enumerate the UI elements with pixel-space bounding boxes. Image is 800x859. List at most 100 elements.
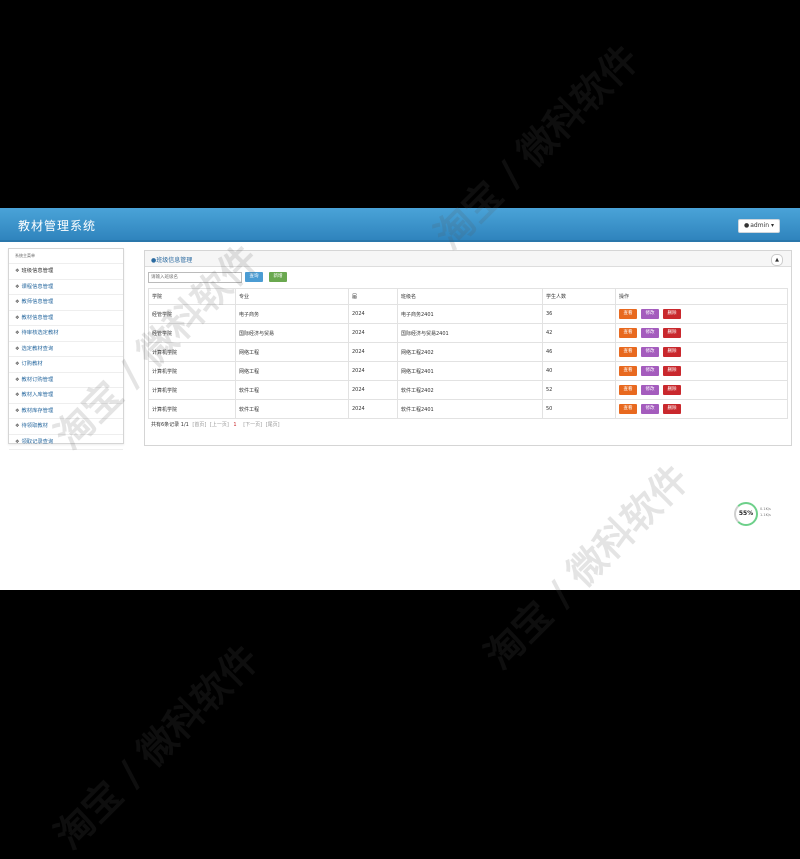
edit-button[interactable]: 修改 (641, 385, 659, 395)
table-row: 经管学院 电子商务 2024 电子商务2401 36 查看 修改 删除 (148, 304, 788, 324)
leaf-icon: ❖ (15, 376, 20, 383)
table-row: 计算机学院 软件工程 2024 软件工程2401 50 查看 修改 删除 (148, 399, 788, 419)
column-header: 学院 (148, 288, 236, 305)
column-header: 操作 (615, 288, 788, 305)
panel-header: ●班级信息管理 ▲ (145, 251, 791, 267)
sidebar-item-label: 教师信息管理 (21, 299, 54, 305)
top-header: 教材管理系统 ●admin ▾ (0, 208, 800, 242)
leaf-icon: ❖ (15, 407, 20, 414)
sidebar-item[interactable]: ❖ 订购教材 (9, 357, 123, 373)
current-page[interactable]: 1 (233, 422, 236, 428)
leaf-icon: ❖ (15, 438, 20, 445)
table-row: 经管学院 国际经济与贸易 2024 国际经济与贸易2401 42 查看 修改 删除 (148, 323, 788, 343)
action-cell: 查看 修改 删除 (615, 399, 788, 419)
leaf-icon: ❖ (15, 283, 20, 290)
last-page-link[interactable]: [尾页] (266, 422, 280, 428)
table-cell: 网络工程2402 (397, 342, 543, 362)
delete-button[interactable]: 删除 (663, 404, 681, 414)
sidebar-item[interactable]: ❖ 班级信息管理 (9, 264, 123, 280)
action-cell: 查看 修改 删除 (615, 342, 788, 362)
edit-button[interactable]: 修改 (641, 328, 659, 338)
app-screen: 教材管理系统 ●admin ▾ 系统主菜单 ❖ 班级信息管理 ❖ 课程信息管理 ❖ 教师信… (0, 208, 800, 590)
edit-button[interactable]: 修改 (641, 309, 659, 319)
table-cell: 电子商务2401 (397, 304, 543, 324)
table-cell: 网络工程2401 (397, 361, 543, 381)
delete-button[interactable]: 删除 (663, 328, 681, 338)
view-button[interactable]: 查看 (619, 385, 637, 395)
sidebar-item[interactable]: ❖ 待领取教材 (9, 419, 123, 435)
class-table: 学院 专业届班级名 学生人数 操作 经管学院 电子商务 2024 电子商务2401 36 查看修… (148, 288, 788, 419)
sidebar-item[interactable]: ❖ 待审核选定教材 (9, 326, 123, 342)
sidebar-item[interactable]: ❖ 课程信息管理 (9, 280, 123, 295)
table-cell: 2024 (348, 380, 398, 400)
table-cell: 软件工程2401 (397, 399, 543, 419)
leaf-icon: ❖ (15, 314, 20, 321)
column-header: 学生人数 (542, 288, 616, 305)
view-button[interactable]: 查看 (619, 366, 637, 376)
delete-button[interactable]: 删除 (663, 385, 681, 395)
table-cell: 2024 (348, 323, 398, 343)
table-cell: 42 (542, 323, 616, 343)
sidebar-item[interactable]: ❖ 教师信息管理 (9, 295, 123, 311)
next-page-link[interactable]: [下一页] (243, 422, 262, 428)
user-menu-button[interactable]: ●admin ▾ (738, 219, 780, 233)
table-cell: 40 (542, 361, 616, 381)
panel-title: ●班级信息管理 (151, 257, 193, 264)
table-cell: 软件工程 (235, 380, 349, 400)
first-page-link[interactable]: [首页] (192, 422, 206, 428)
view-button[interactable]: 查看 (619, 347, 637, 357)
delete-button[interactable]: 删除 (663, 347, 681, 357)
action-cell: 查看 修改 删除 (615, 361, 788, 381)
leaf-icon: ❖ (15, 299, 20, 305)
view-button[interactable]: 查看 (619, 328, 637, 338)
table-cell: 国际经济与贸易2401 (397, 323, 543, 343)
sidebar-item-label: 待领取教材 (21, 423, 48, 429)
sidebar-item-label: 教材信息管理 (21, 314, 54, 321)
edit-button[interactable]: 修改 (641, 404, 659, 414)
search-input[interactable] (148, 272, 242, 283)
leaf-icon: ❖ (15, 361, 20, 367)
user-label: admin (750, 222, 770, 229)
sidebar: 系统主菜单 ❖ 班级信息管理 ❖ 课程信息管理 ❖ 教师信息管理 ❖ 教材信息管理 ❖ 待审核选定… (8, 248, 124, 450)
view-button[interactable]: 查看 (619, 309, 637, 319)
column-header: 班级名 (397, 288, 543, 305)
watermark-text: 淘宝 / 微科软件 (46, 636, 268, 858)
table-row: 计算机学院 网络工程 2024 网络工程2401 40 查看 修改 删除 (148, 361, 788, 381)
sidebar-item-label: 待审核选定教材 (21, 330, 59, 336)
app-title: 教材管理系统 (18, 219, 97, 233)
prev-page-link[interactable]: [上一页] (210, 422, 229, 428)
sidebar-item-label: 教材库存管理 (21, 407, 54, 414)
sidebar-header: 系统主菜单 (9, 249, 123, 264)
table-row: 计算机学院 网络工程 2024 网络工程2402 46 查看 修改 删除 (148, 342, 788, 362)
download-speed: 1.1K/s (760, 513, 771, 517)
table-cell: 36 (542, 304, 616, 324)
leaf-icon: ❖ (15, 423, 20, 429)
sidebar-item[interactable]: ❖ 教材信息管理 (9, 311, 123, 326)
sidebar-item[interactable]: ❖ 教材订购管理 (9, 373, 123, 388)
sidebar-item-label: 订购教材 (21, 361, 43, 367)
delete-button[interactable]: 删除 (663, 366, 681, 376)
sidebar-item-label: 教材入库管理 (21, 392, 54, 398)
table-cell: 网络工程 (235, 361, 349, 381)
sidebar-item[interactable]: ❖ 教材库存管理 (9, 404, 123, 419)
edit-button[interactable]: 修改 (641, 366, 659, 376)
sidebar-item[interactable]: ❖ 选定教材查询 (9, 342, 123, 357)
table-cell: 2024 (348, 399, 398, 419)
column-header: 专业 (235, 288, 349, 305)
collapse-button[interactable]: ▲ (771, 254, 783, 266)
query-button[interactable]: 查询 (245, 272, 263, 282)
view-button[interactable]: 查看 (619, 404, 637, 414)
table-cell: 2024 (348, 361, 398, 381)
add-button[interactable]: 新增 (269, 272, 287, 282)
sidebar-item[interactable]: ❖ 领取记录查询 (9, 435, 123, 450)
sidebar-item-label: 班级信息管理 (21, 268, 54, 274)
page-indicator: 1/1 (180, 422, 189, 428)
table-cell: 52 (542, 380, 616, 400)
sidebar-item[interactable]: ❖ 教材入库管理 (9, 388, 123, 404)
table-cell: 50 (542, 399, 616, 419)
table-cell: 计算机学院 (148, 399, 236, 419)
edit-button[interactable]: 修改 (641, 347, 659, 357)
table-cell: 经管学院 (148, 304, 236, 324)
delete-button[interactable]: 删除 (663, 309, 681, 319)
table-cell: 46 (542, 342, 616, 362)
